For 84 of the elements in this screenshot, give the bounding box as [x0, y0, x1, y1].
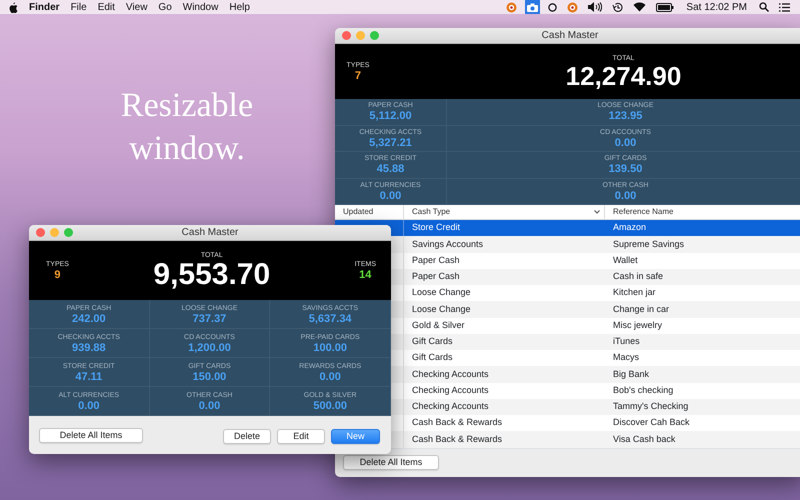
window-title: Cash Master	[542, 29, 598, 43]
types-value: 7	[354, 70, 362, 82]
close-button[interactable]	[342, 31, 351, 40]
stat-value: 100.00	[313, 342, 347, 354]
table-cell: Paper Cash	[412, 271, 460, 282]
stat-value: 242.00	[72, 312, 106, 324]
stat-value: 5,112.00	[369, 110, 412, 122]
caption-text: Resizable window.	[120, 86, 254, 169]
close-button[interactable]	[36, 228, 45, 237]
menu-item[interactable]: Window	[182, 0, 218, 14]
badge-icon[interactable]	[565, 0, 580, 14]
table-cell: Gift Cards	[412, 336, 453, 346]
app-menu[interactable]: Finder	[29, 0, 60, 14]
action-button[interactable]: Delete All Items	[39, 428, 143, 442]
stat-value: 45.88	[376, 163, 404, 176]
menu-item[interactable]: Help	[229, 0, 250, 14]
stat-value: 1,200.00	[188, 342, 231, 354]
wifi-icon[interactable]	[631, 0, 648, 14]
stat-value: 0.00	[78, 400, 100, 412]
apple-icon[interactable]	[8, 2, 18, 12]
table-cell: Bob's checking	[613, 384, 674, 395]
table-cell: Checking Accounts	[412, 384, 489, 395]
stat-value: 5,637.34	[308, 312, 352, 324]
stat-value: 0.00	[198, 400, 220, 412]
menu-item[interactable]: Go	[158, 0, 172, 14]
column-header[interactable]: Cash Type	[404, 205, 605, 219]
column-header[interactable]: Reference Name	[605, 205, 800, 219]
stat-value: 0.00	[614, 190, 636, 202]
action-button[interactable]: Delete	[223, 429, 271, 444]
volume-icon[interactable]	[586, 0, 604, 14]
table-cell: Discover Cah Back	[613, 417, 690, 428]
stat-value: 737.37	[192, 312, 226, 324]
sort-caret-icon	[594, 210, 600, 214]
table-cell: Gift Cards	[412, 352, 453, 362]
table-cell: Misc jewelry	[613, 320, 662, 330]
stat-value: 150.00	[192, 370, 226, 382]
stat-value: 0.00	[319, 370, 341, 382]
table-cell: Tammy's Checking	[613, 401, 688, 412]
column-header[interactable]: Updated	[335, 205, 404, 219]
table-row[interactable]: Cash Back & Rewards Visa Cash back	[404, 431, 800, 448]
types-value: 9	[53, 268, 62, 282]
clock-icon[interactable]	[610, 0, 626, 14]
menu-bar-clock[interactable]: Sat 12:02 PM	[686, 0, 747, 14]
table-cell: Kitchen jar	[613, 287, 656, 298]
items-value: 14	[358, 268, 372, 282]
stat-value: 5,327.21	[369, 136, 412, 149]
table-cell: Cash Back & Rewards	[412, 434, 502, 444]
table-cell: Macys	[613, 352, 640, 362]
stat-value: 123.95	[608, 110, 642, 122]
camera-icon[interactable]	[525, 0, 540, 14]
stat-value: 47.11	[75, 370, 102, 382]
table-cell: iTunes	[613, 336, 640, 346]
table-cell: Wallet	[613, 254, 638, 265]
window-title: Cash Master	[182, 226, 238, 240]
table-cell: Cash in safe	[613, 271, 664, 282]
menu-item[interactable]: View	[126, 0, 148, 14]
table-cell: Visa Cash back	[613, 434, 676, 444]
table-cell: Checking Accounts	[412, 401, 489, 412]
stat-value: 939.88	[72, 342, 106, 354]
action-button[interactable]: Edit	[277, 429, 325, 444]
action-button[interactable]: Delete All Items	[343, 455, 439, 470]
menu-item[interactable]: File	[70, 0, 87, 14]
total-value: 9,553.70	[153, 260, 270, 290]
table-cell: Paper Cash	[412, 254, 460, 265]
table-cell: Gold & Silver	[412, 320, 465, 330]
total-value: 12,274.90	[566, 63, 682, 89]
table-cell: Change in car	[613, 304, 670, 314]
table-cell: Cash Back & Rewards	[412, 417, 502, 428]
table-cell: Loose Change	[412, 287, 471, 298]
stat-value: 500.00	[313, 400, 347, 412]
stat-value: 0.00	[614, 136, 636, 149]
table-cell: Loose Change	[412, 304, 471, 314]
menu-item[interactable]: Edit	[98, 0, 115, 14]
stat-value: 139.50	[608, 163, 642, 176]
table-cell: Savings Accounts	[412, 238, 484, 249]
table-cell: Big Bank	[613, 368, 650, 379]
table-cell: Store Credit	[412, 222, 460, 232]
table-cell: Amazon	[613, 222, 646, 232]
table-cell: Checking Accounts	[412, 368, 489, 379]
table-cell: Supreme Savings	[613, 238, 684, 249]
battery-icon[interactable]	[654, 0, 676, 14]
stat-value: 0.00	[380, 190, 402, 202]
badge-icon[interactable]	[504, 0, 520, 14]
search-icon[interactable]	[757, 0, 771, 14]
